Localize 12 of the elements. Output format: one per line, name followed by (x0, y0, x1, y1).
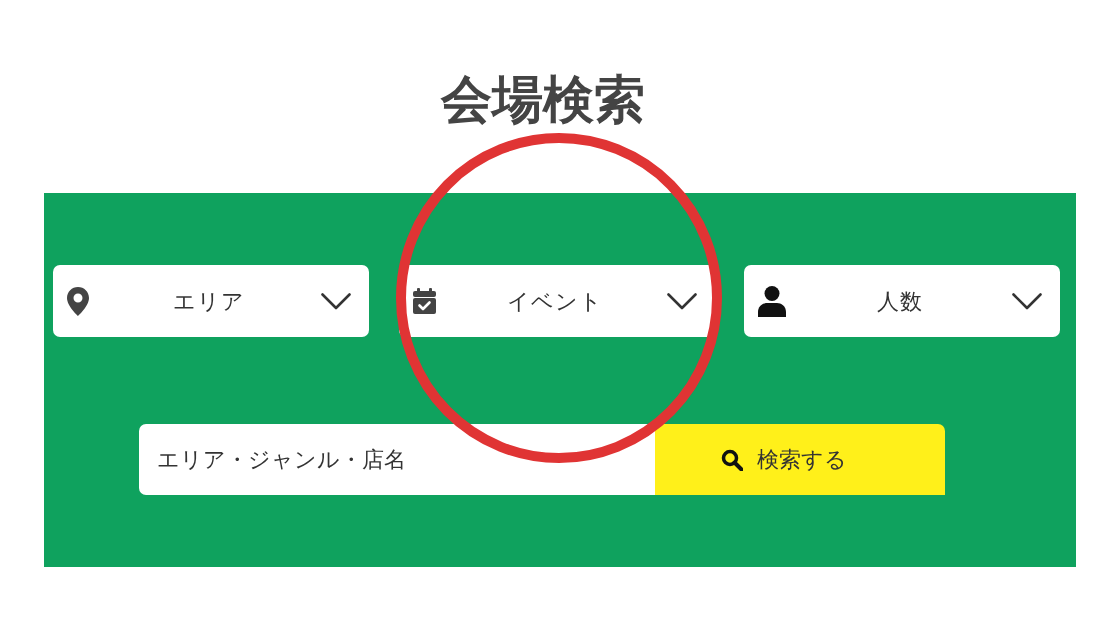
search-button[interactable]: 検索する (655, 424, 945, 495)
chevron-down-icon (1012, 292, 1042, 310)
dropdown-button[interactable]: エリア (53, 265, 369, 337)
chevron-down-icon (321, 292, 351, 310)
map-pin-icon (67, 286, 89, 316)
chevron-down-icon (666, 292, 697, 310)
search-icon (720, 448, 743, 471)
search-field[interactable]: エリア・ジャンル・店名 (139, 424, 655, 495)
calendar-check-icon (412, 288, 436, 314)
dropdown-button[interactable]: 人数 (744, 265, 1060, 337)
page-title: 会場検索 (441, 72, 645, 128)
person-icon (758, 285, 786, 317)
